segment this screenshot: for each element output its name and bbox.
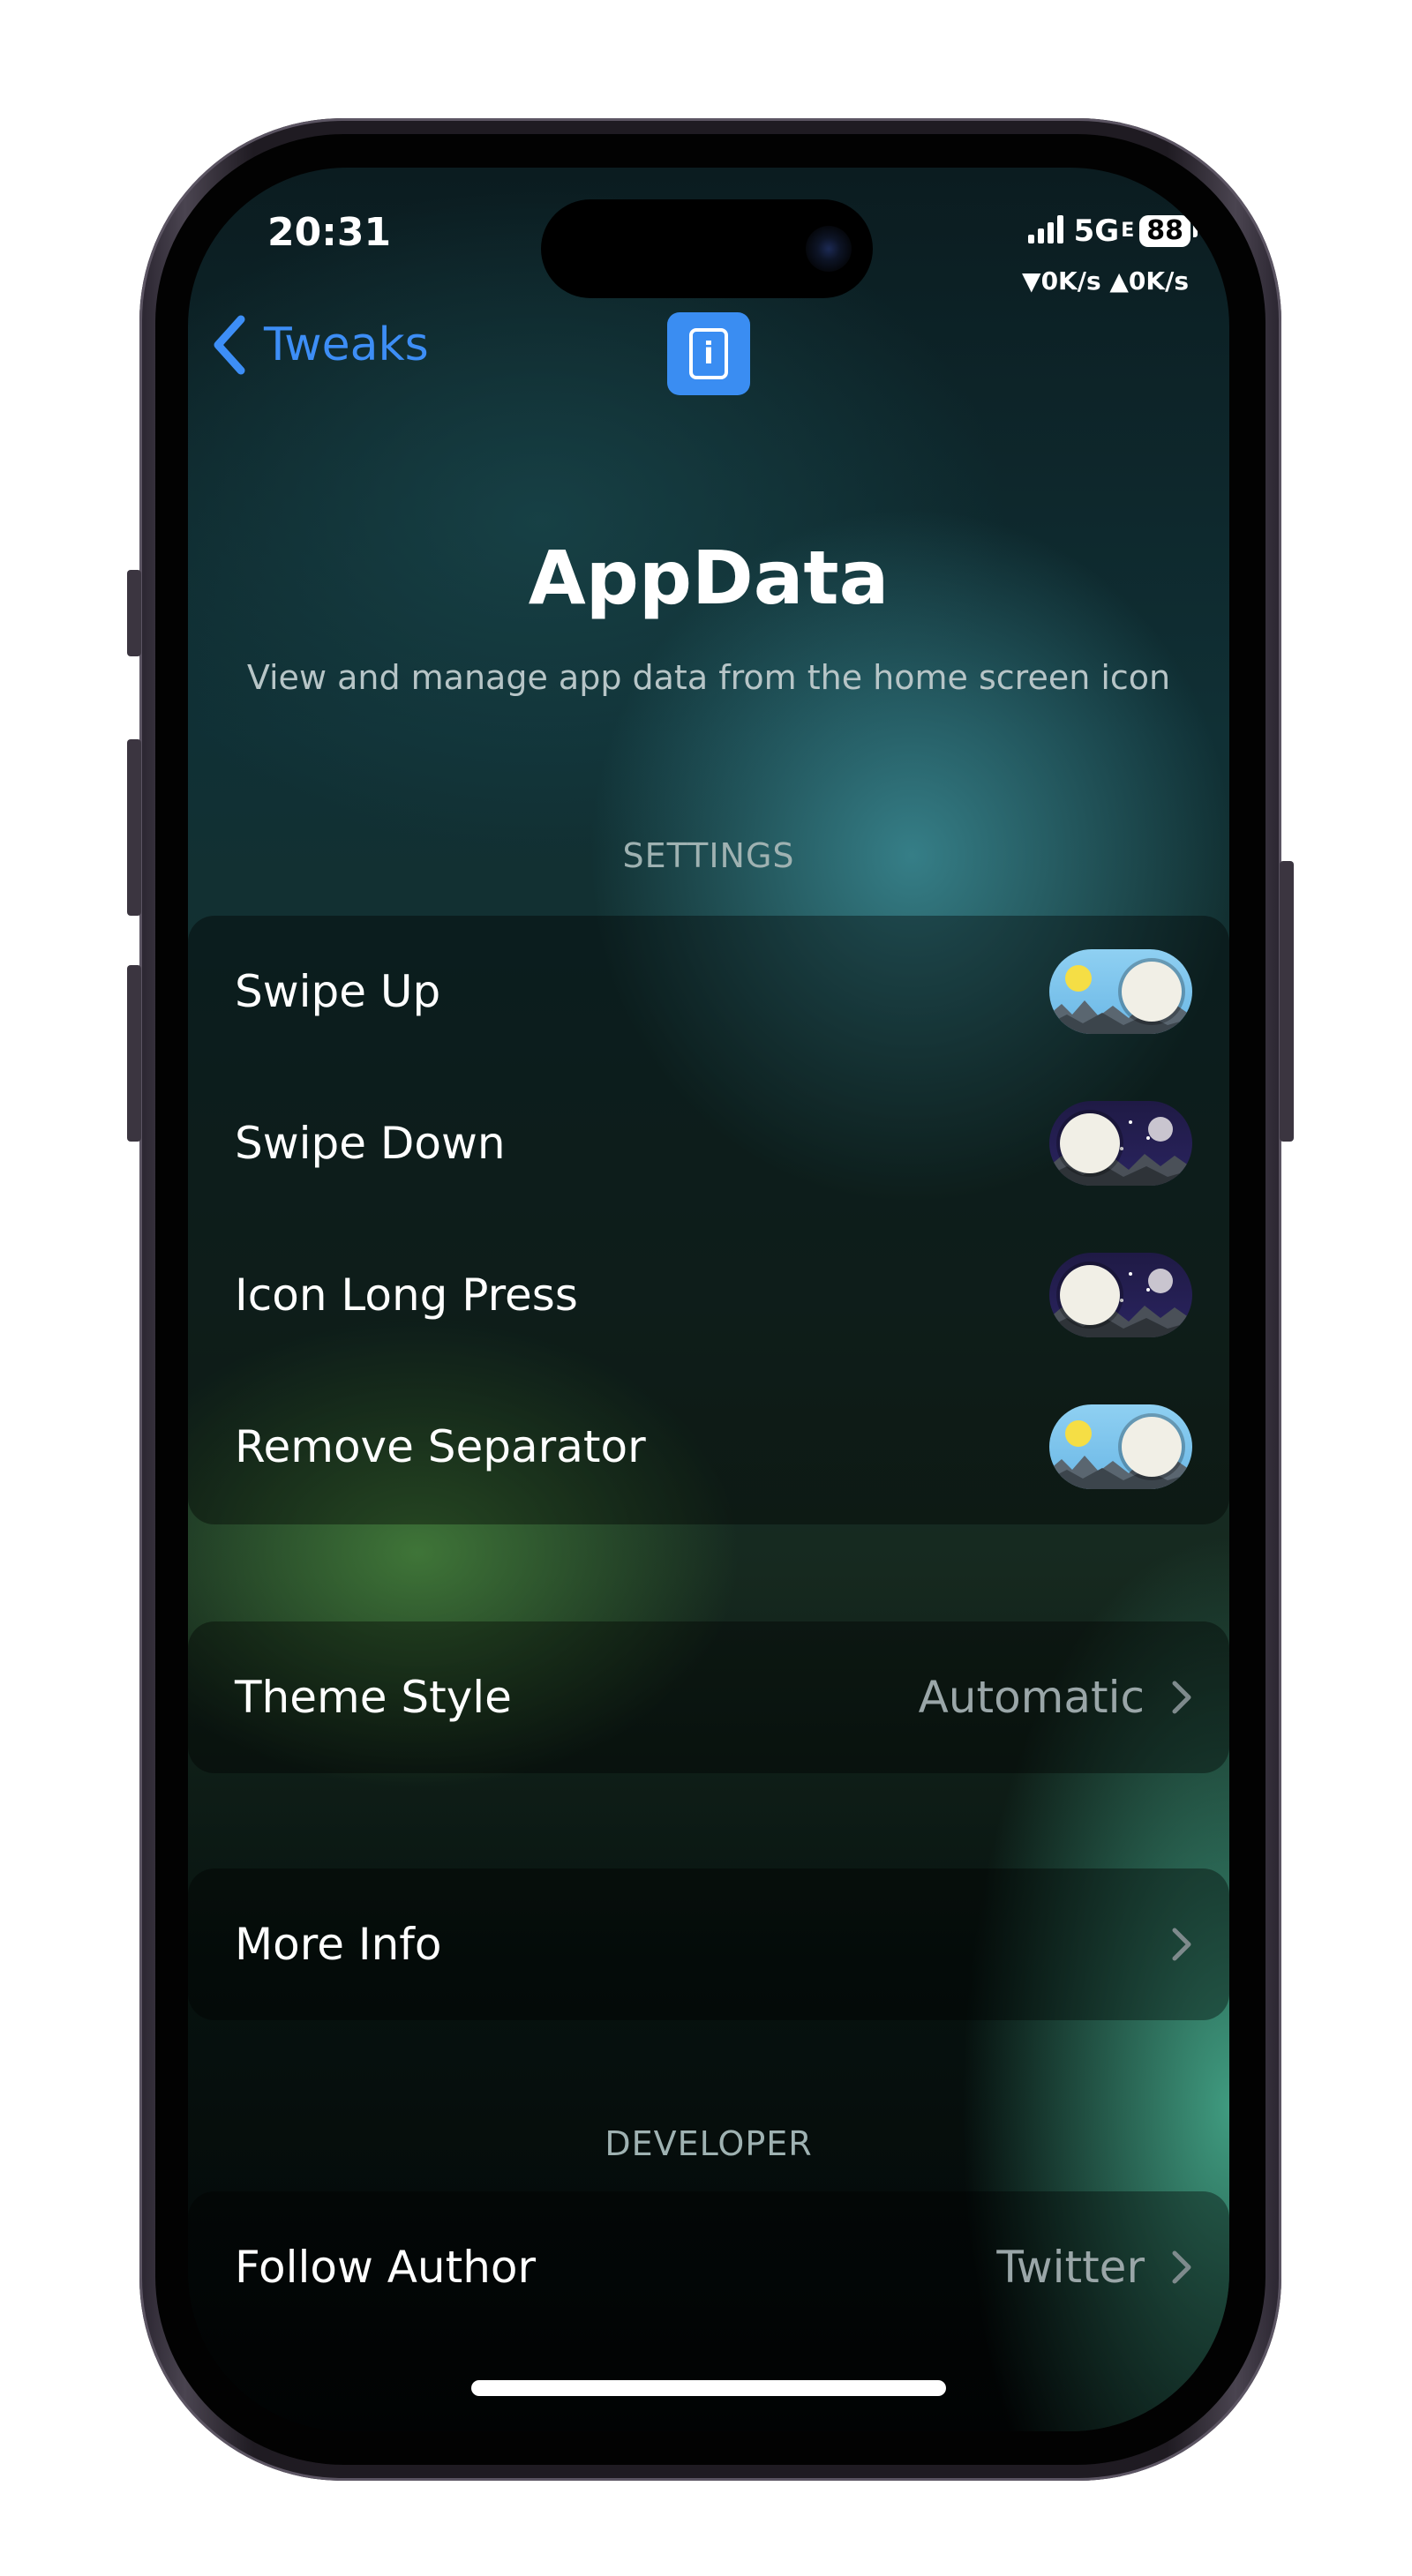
screen: 20:31 5GE 88 ▼0K/s ▲0K/s Tweaks i AppData…	[188, 168, 1229, 2431]
camera-icon	[806, 226, 852, 272]
back-button[interactable]: Tweaks	[207, 312, 429, 378]
follow-author-value: Twitter	[996, 2242, 1145, 2293]
network-speed: ▼0K/s ▲0K/s	[1022, 266, 1189, 296]
theme-style-label: Theme Style	[235, 1672, 512, 1723]
back-label: Tweaks	[264, 318, 429, 371]
volume-down-button	[127, 965, 141, 1142]
settings-section-label: SETTINGS	[622, 836, 795, 875]
toggle-knob	[1122, 1417, 1182, 1477]
icon-long-press-toggle[interactable]	[1049, 1253, 1192, 1337]
more-info-label: More Info	[235, 1919, 442, 1970]
toggle-knob	[1060, 1265, 1120, 1325]
developer-section-label: DEVELOPER	[605, 2124, 813, 2163]
settings-row-swipe-up: Swipe Up	[188, 916, 1229, 1067]
page-subtitle: View and manage app data from the home s…	[246, 658, 1171, 697]
settings-row-swipe-down: Swipe Down	[188, 1067, 1229, 1219]
moon-icon	[1148, 1269, 1173, 1293]
signal-icon	[1027, 214, 1069, 247]
more-info-row-content: More Info	[188, 1868, 1229, 2020]
sun-icon	[1065, 965, 1092, 992]
row-label: Remove Separator	[235, 1421, 646, 1472]
more-info-row[interactable]: More Info	[188, 1868, 1229, 2020]
swipe-up-toggle[interactable]	[1049, 949, 1192, 1034]
page-title: AppData	[528, 535, 890, 621]
status-time: 20:31	[267, 210, 392, 255]
network-sub: E	[1121, 220, 1135, 242]
settings-row-remove-separator: Remove Separator	[188, 1371, 1229, 1523]
action-button	[127, 570, 141, 656]
swipe-down-toggle[interactable]	[1049, 1101, 1192, 1186]
battery-icon: 88	[1139, 214, 1198, 247]
chevron-right-icon	[1172, 1928, 1191, 1961]
dynamic-island	[541, 199, 873, 298]
toggle-knob	[1122, 962, 1182, 1022]
remove-separator-toggle[interactable]	[1049, 1404, 1192, 1489]
theme-row-content: Theme Style Automatic	[188, 1621, 1229, 1773]
follow-author-label: Follow Author	[235, 2242, 537, 2293]
chevron-right-icon	[1172, 2250, 1191, 2284]
info-button[interactable]: i	[667, 312, 750, 395]
settings-group: Swipe Up Swipe Down Icon Long Press Remo…	[188, 916, 1229, 1524]
theme-style-value: Automatic	[918, 1672, 1145, 1723]
chevron-left-icon	[214, 315, 245, 375]
moon-icon	[1148, 1117, 1173, 1142]
sun-icon	[1065, 1420, 1092, 1447]
settings-row-icon-long-press: Icon Long Press	[188, 1219, 1229, 1371]
network-type: 5G	[1073, 213, 1120, 249]
row-label: Swipe Down	[235, 1118, 506, 1169]
row-label: Swipe Up	[235, 966, 441, 1017]
chevron-right-icon	[1172, 1681, 1191, 1714]
home-indicator[interactable]	[471, 2380, 946, 2396]
follow-author-row[interactable]: Follow Author Twitter	[188, 2191, 1229, 2343]
row-label: Icon Long Press	[235, 1269, 578, 1321]
status-indicators: 5GE 88	[1027, 212, 1198, 249]
volume-up-button	[127, 739, 141, 916]
theme-style-row[interactable]: Theme Style Automatic	[188, 1621, 1229, 1773]
info-icon: i	[689, 328, 728, 379]
toggle-knob	[1060, 1113, 1120, 1173]
power-button	[1280, 861, 1294, 1142]
